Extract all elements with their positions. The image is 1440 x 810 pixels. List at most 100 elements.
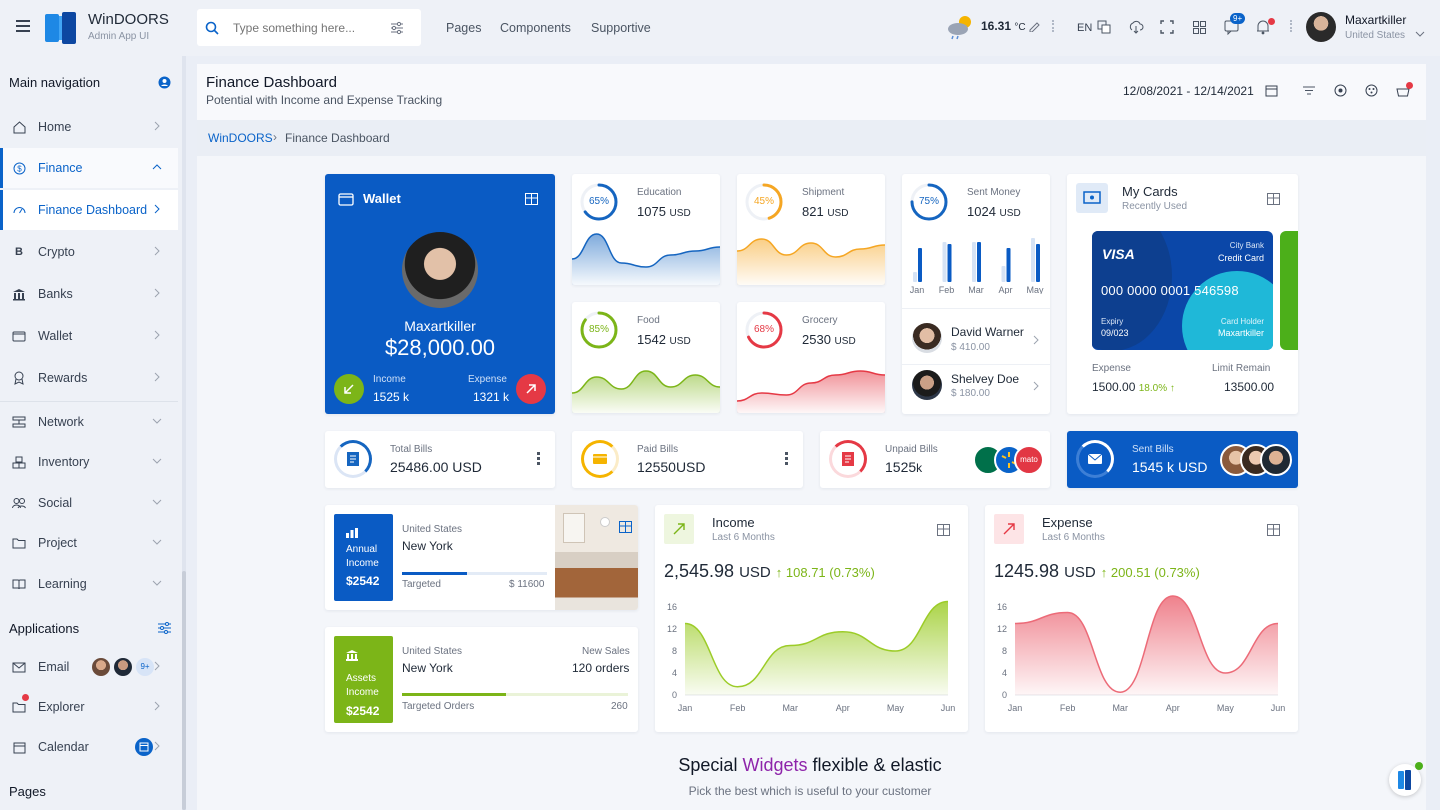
bar-light: [913, 272, 917, 282]
settings-sliders-icon[interactable]: [158, 622, 171, 634]
credit-card-icon: [593, 454, 607, 464]
sales-label: New Sales: [582, 646, 630, 657]
filter-icon[interactable]: [1303, 86, 1315, 95]
user-circle-icon[interactable]: [158, 76, 171, 89]
sparkline-fill: [737, 239, 885, 285]
badge-line2: Income: [346, 687, 379, 698]
receipt-icon: [347, 452, 359, 466]
chevron-down-icon[interactable]: [1415, 31, 1425, 37]
app-logo-icon[interactable]: [43, 10, 79, 46]
x-tick-label: May: [1217, 703, 1235, 713]
stat-card-food: 85% Food 1542 USD: [572, 302, 720, 413]
zomato-logo[interactable]: mato: [1014, 445, 1044, 475]
sidebar-item-finance[interactable]: $ Finance: [0, 148, 178, 188]
annual-badge: Annual Income $2542: [334, 514, 393, 601]
badge-line1: Assets: [346, 673, 377, 684]
income-arrow-button[interactable]: [334, 374, 364, 404]
sent-money-card: 75% Sent Money 1024 USD Jan Feb Mar Apr May …: [902, 174, 1050, 414]
breadcrumb-link[interactable]: WinDOORS: [208, 131, 273, 145]
layout-icon[interactable]: [1267, 524, 1280, 536]
chevron-right-icon[interactable]: [1032, 381, 1040, 391]
x-tick-label: Mar: [1112, 703, 1128, 713]
apps-grid-icon[interactable]: [1193, 21, 1206, 34]
contact-name[interactable]: Shelvey Doe: [951, 372, 1019, 386]
calendar-badge-icon: [135, 738, 153, 756]
contact-avatar: [912, 323, 942, 353]
sidebar-app-explorer[interactable]: Explorer: [0, 687, 178, 727]
user-avatar[interactable]: [1306, 12, 1336, 42]
stat-percent: 75%: [918, 196, 939, 207]
wallet-income-label: Income: [373, 374, 406, 385]
cloud-download-icon[interactable]: [1128, 19, 1144, 35]
card-holder: Maxartkiller: [1217, 328, 1264, 338]
month-label: Feb: [939, 285, 955, 294]
bill-label: Unpaid Bills: [885, 444, 938, 455]
alert-dot: [22, 694, 29, 701]
sidebar-app-email[interactable]: Email 9+: [0, 647, 178, 687]
expense-chart-card: Expense Last 6 Months 1245.98 USD ↑ 200.…: [985, 505, 1298, 732]
wallet-icon: [12, 329, 26, 343]
sidebar-item-inventory[interactable]: Inventory: [0, 442, 178, 482]
online-dot: [1415, 762, 1423, 770]
target-label: Targeted Orders: [402, 701, 475, 712]
contact-name[interactable]: David Warner: [951, 325, 1024, 339]
wallet-income-value: 1525 k: [373, 390, 410, 404]
more-options-icon[interactable]: [785, 452, 788, 465]
next-credit-card[interactable]: [1280, 231, 1298, 350]
topnav-supportive[interactable]: Supportive: [591, 21, 651, 35]
calendar-icon: [12, 740, 26, 754]
palette-icon[interactable]: [1365, 84, 1378, 97]
user-name[interactable]: Maxartkiller: [1345, 13, 1406, 27]
sidebar-item-finance-dashboard[interactable]: Finance Dashboard: [0, 190, 178, 230]
sidebar-item-network[interactable]: Network: [0, 402, 178, 442]
sidebar-item-social[interactable]: Social: [0, 483, 178, 523]
my-cards-title: My Cards: [1122, 184, 1178, 199]
date-range[interactable]: 12/08/2021 - 12/14/2021: [1123, 84, 1254, 98]
credit-card[interactable]: VISA City Bank Credit Card 000 0000 0001…: [1092, 231, 1273, 350]
search-box[interactable]: [197, 9, 421, 46]
sidebar-item-home[interactable]: Home: [0, 107, 178, 147]
mail-send-icon: [1087, 453, 1103, 464]
photo-window: [563, 513, 585, 543]
card-limit-value: 13500.00: [1224, 380, 1275, 394]
sidebar-item-banks[interactable]: Banks: [0, 274, 178, 314]
x-tick-label: Jan: [1008, 703, 1023, 713]
filter-sliders-icon[interactable]: [390, 21, 404, 35]
sidebar-item-label: Finance Dashboard: [38, 203, 148, 217]
more-options-icon[interactable]: [537, 452, 540, 465]
layout-icon[interactable]: [1267, 193, 1280, 205]
layout-icon[interactable]: [525, 193, 538, 205]
translate-icon[interactable]: [1097, 20, 1111, 34]
bar-dark: [1006, 248, 1011, 282]
language-label[interactable]: EN: [1077, 22, 1092, 34]
layout-icon[interactable]: [937, 524, 950, 536]
sidebar-item-crypto[interactable]: B Crypto: [0, 232, 178, 272]
x-tick-label: Jan: [678, 703, 693, 713]
soccer-ball-icon[interactable]: [1334, 84, 1347, 97]
sidebar-item-wallet[interactable]: Wallet: [0, 316, 178, 356]
chevron-right-icon: [154, 741, 160, 751]
card-limit-label: Limit Remain: [1212, 363, 1271, 374]
fullscreen-icon[interactable]: [1160, 20, 1174, 34]
paid-bills-card: Paid Bills 12550USD: [572, 431, 803, 488]
sidebar-scrollbar[interactable]: [182, 56, 186, 810]
topnav-pages[interactable]: Pages: [446, 21, 481, 35]
sidebar-item-learning[interactable]: Learning: [0, 564, 178, 604]
widgets-heading: Special Widgets flexible & elastic: [678, 755, 942, 775]
location-city: New York: [402, 539, 453, 553]
sidebar-item-rewards[interactable]: Rewards: [0, 358, 178, 398]
expense-arrow-button[interactable]: [516, 374, 546, 404]
sidebar-app-calendar[interactable]: Calendar: [0, 727, 178, 767]
menu-icon[interactable]: [16, 20, 30, 32]
calendar-icon[interactable]: [1265, 84, 1278, 97]
topnav-components[interactable]: Components: [500, 21, 571, 35]
sidebar-item-project[interactable]: Project: [0, 523, 178, 563]
floating-app-button[interactable]: [1389, 762, 1423, 796]
contact-amount: $ 180.00: [951, 388, 990, 399]
chevron-right-icon[interactable]: [1032, 335, 1040, 345]
card-type: Credit Card: [1217, 253, 1264, 263]
sidebar: Main navigation Home $ Finance Finance D…: [0, 56, 186, 810]
edit-pencil-icon[interactable]: [1028, 20, 1040, 32]
search-input[interactable]: [233, 18, 383, 38]
layout-icon[interactable]: [619, 521, 632, 533]
